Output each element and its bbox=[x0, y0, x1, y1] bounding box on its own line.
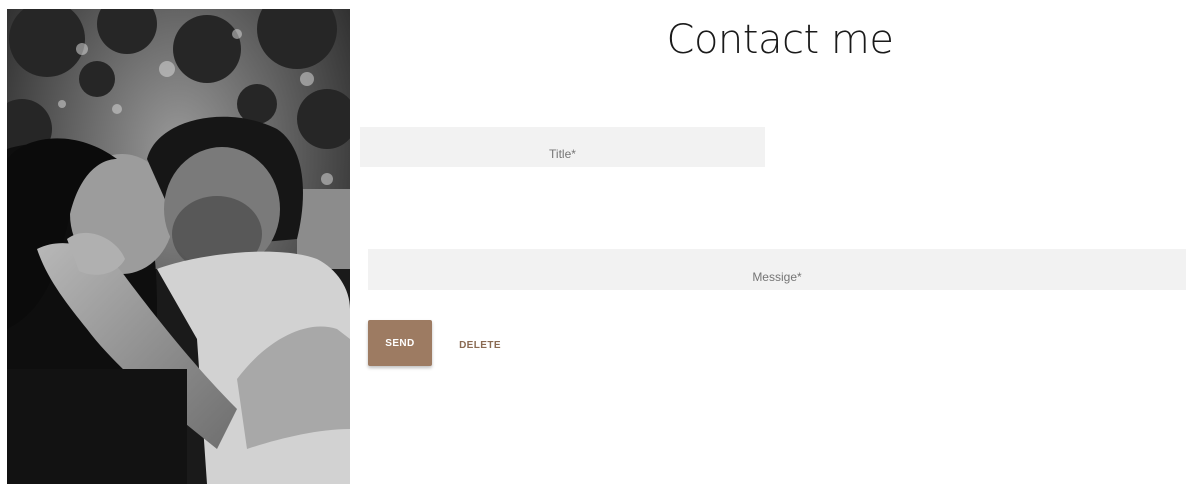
title-placeholder: Title* bbox=[549, 147, 576, 161]
couple-photo bbox=[7, 9, 350, 484]
message-placeholder: Messige* bbox=[752, 270, 802, 284]
page-title: Contact me bbox=[666, 17, 894, 63]
send-button[interactable]: SEND bbox=[368, 320, 432, 366]
delete-button[interactable]: DELETE bbox=[452, 336, 508, 354]
message-input[interactable]: Messige* bbox=[368, 249, 1186, 290]
title-input[interactable]: Title* bbox=[360, 127, 765, 167]
couple-photo-graphic bbox=[7, 9, 350, 484]
